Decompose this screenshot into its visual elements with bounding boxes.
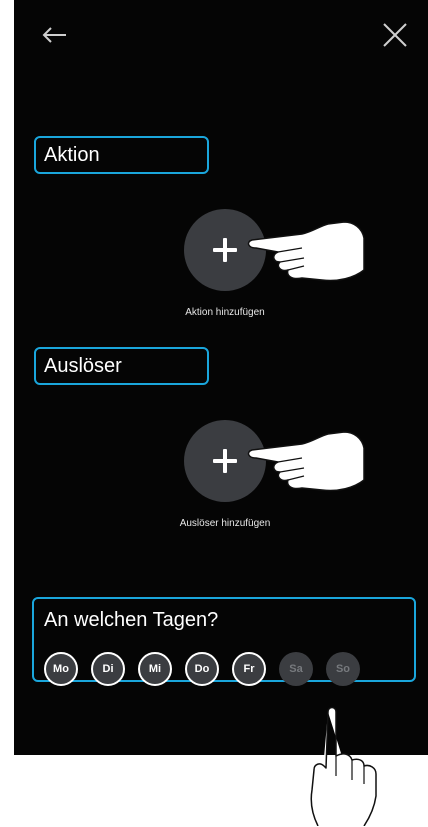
add-trigger-caption: Auslöser hinzufügen <box>179 518 271 529</box>
day-toggle-so[interactable]: So <box>326 652 360 686</box>
back-button[interactable] <box>40 20 70 50</box>
arrow-left-icon <box>42 27 66 43</box>
weekday-selector-title: An welchen Tagen? <box>44 609 219 631</box>
pointing-hand-icon <box>247 431 365 492</box>
day-toggle-sa[interactable]: Sa <box>279 652 313 686</box>
close-icon <box>383 23 407 47</box>
action-section-label: Aktion <box>34 136 209 174</box>
weekday-row: Mo Di Mi Do Fr Sa So <box>44 652 360 686</box>
day-toggle-fr[interactable]: Fr <box>232 652 266 686</box>
weekday-selector: An welchen Tagen? Mo Di Mi Do Fr Sa So <box>32 597 416 686</box>
plus-icon <box>213 238 237 262</box>
day-toggle-mi[interactable]: Mi <box>138 652 172 686</box>
tapping-hand-icon <box>310 706 377 826</box>
day-toggle-di[interactable]: Di <box>91 652 125 686</box>
add-action-caption: Aktion hinzufügen <box>185 307 265 318</box>
day-toggle-mo[interactable]: Mo <box>44 652 78 686</box>
plus-icon <box>213 449 237 473</box>
day-toggle-do[interactable]: Do <box>185 652 219 686</box>
app-screen: Aktion Aktion hinzufügen Auslöser Auslös… <box>14 0 428 755</box>
trigger-section-label: Auslöser <box>34 347 209 385</box>
close-button[interactable] <box>380 20 410 50</box>
pointing-hand-icon <box>247 221 365 282</box>
